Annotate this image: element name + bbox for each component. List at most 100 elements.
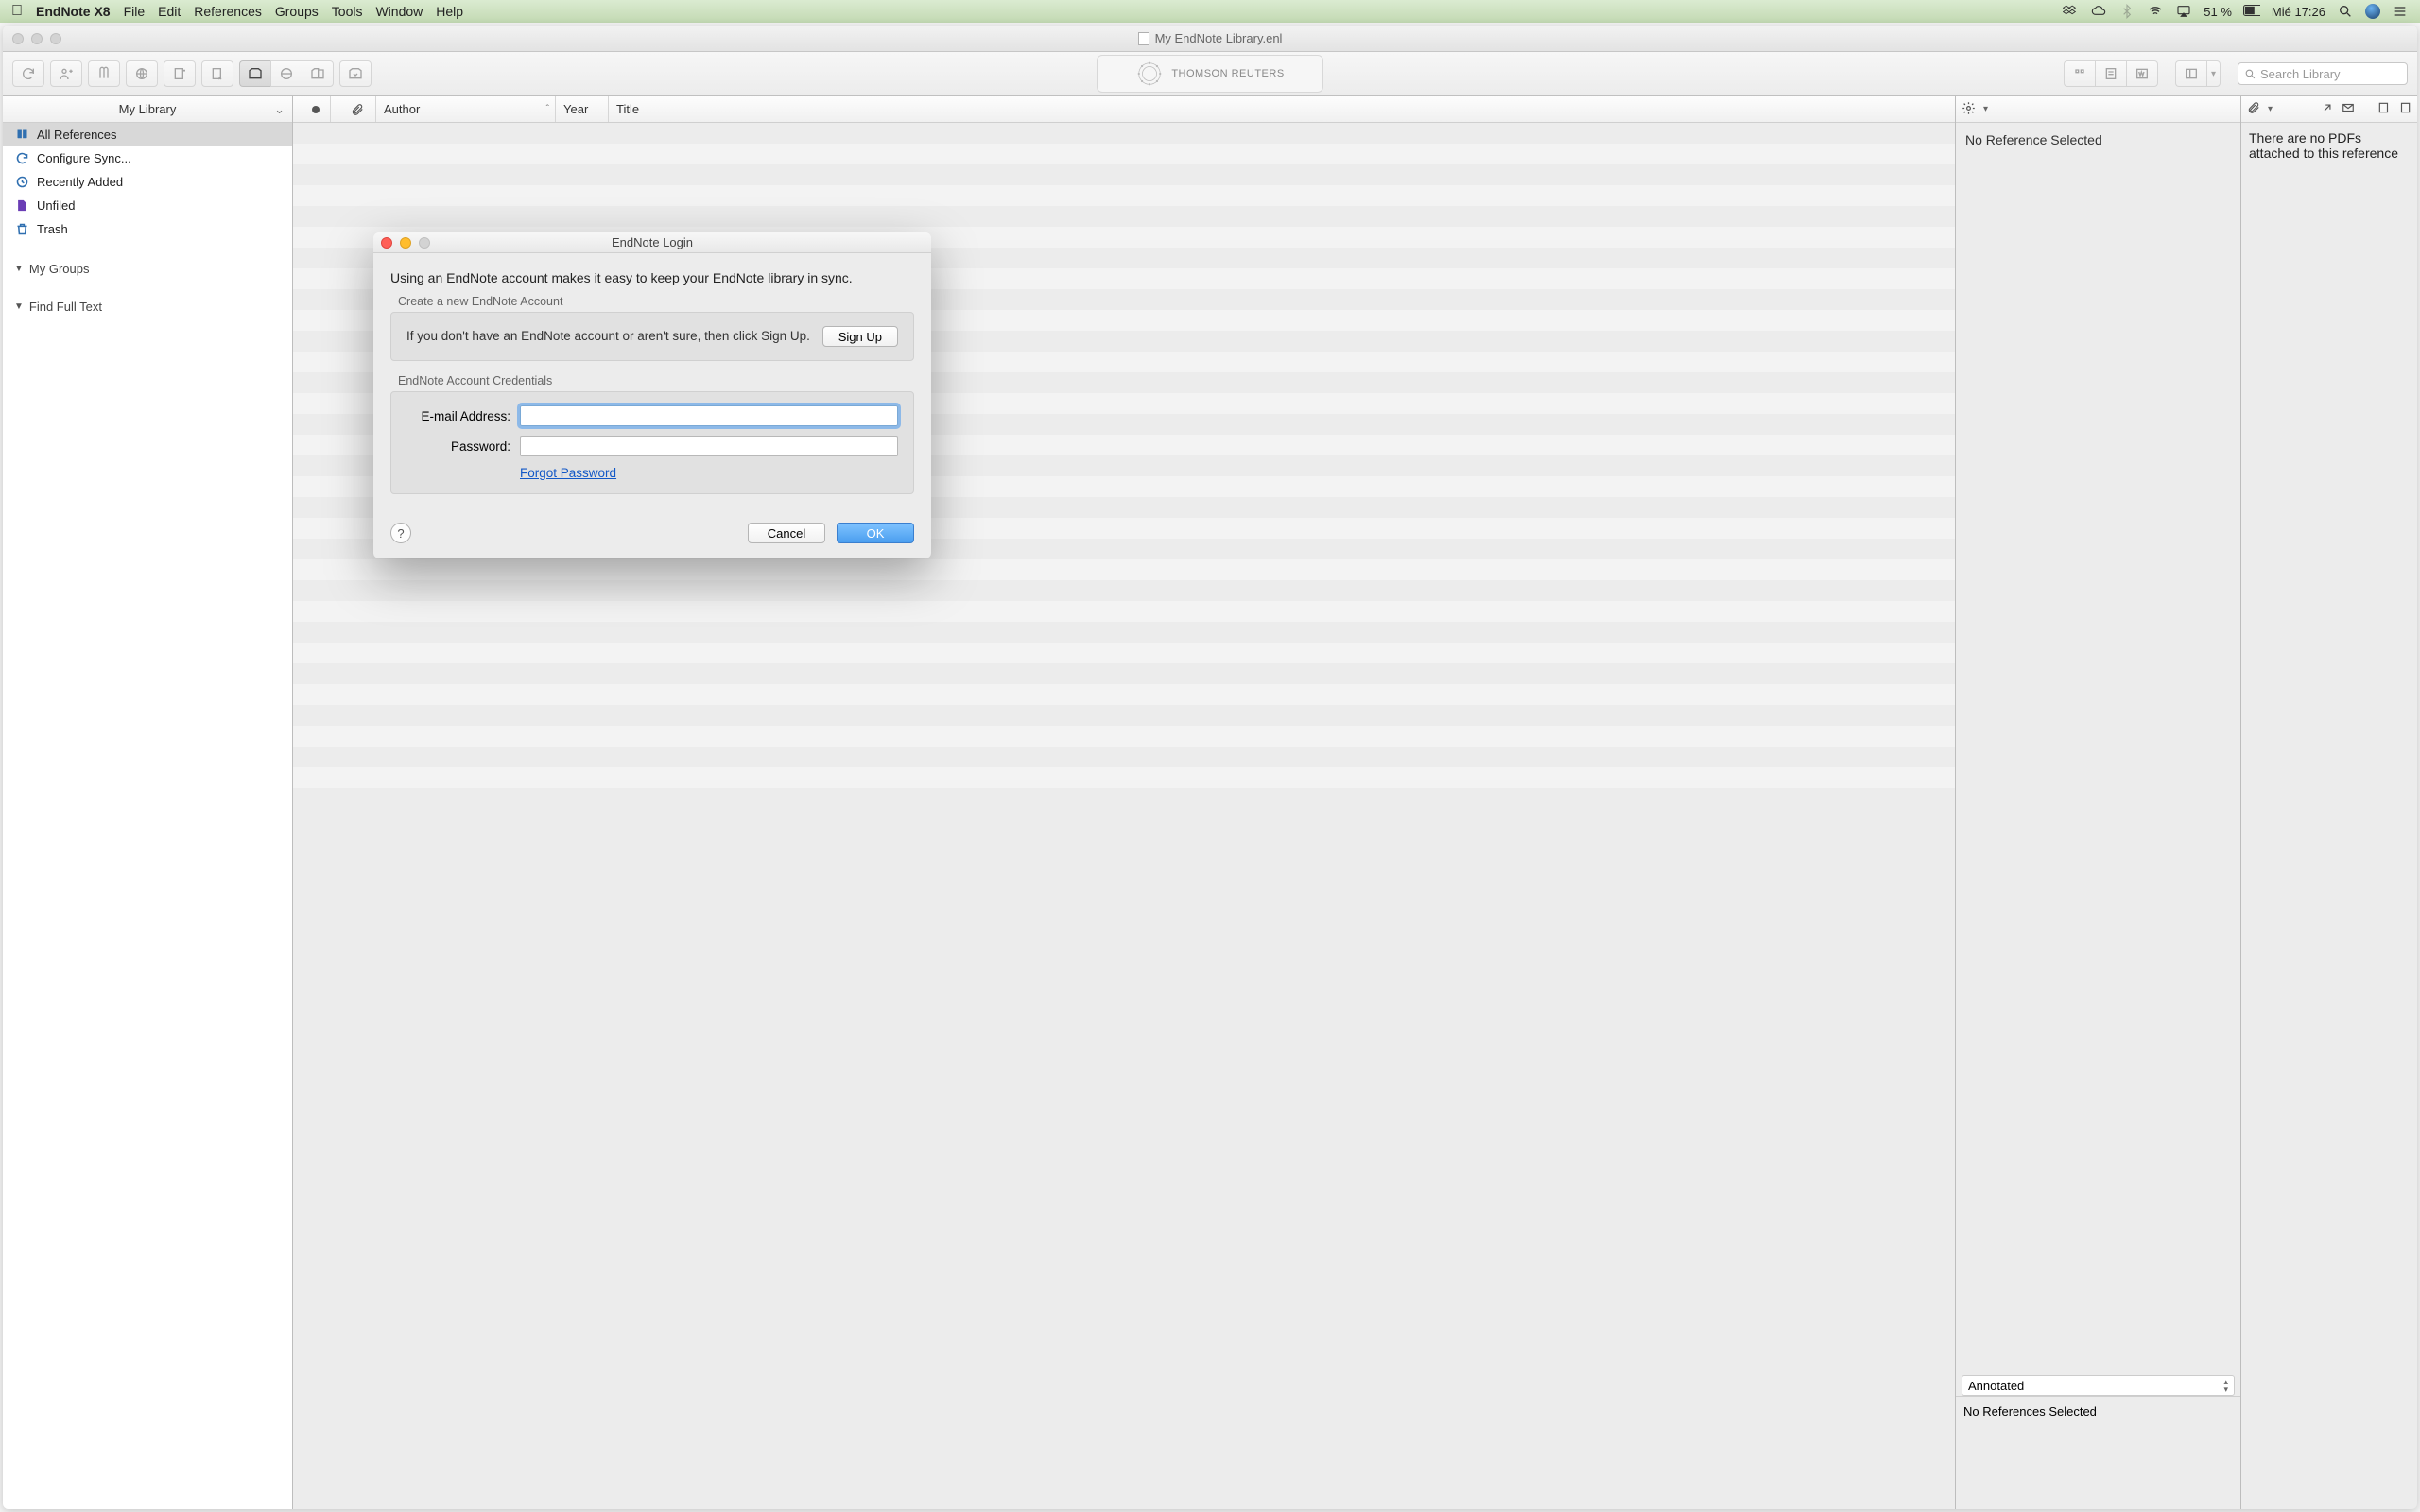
credentials-section-label: EndNote Account Credentials xyxy=(398,374,914,387)
import-button[interactable] xyxy=(339,60,372,87)
window-close-button[interactable] xyxy=(12,33,24,44)
endnote-window: My EndNote Library.enl THOMSON REUTERS xyxy=(3,26,2417,1509)
menu-references[interactable]: References xyxy=(194,4,262,19)
format-button[interactable] xyxy=(2095,60,2126,87)
ok-button[interactable]: OK xyxy=(837,523,914,543)
integrated-library-tab[interactable] xyxy=(302,60,334,87)
window-minimize-button[interactable] xyxy=(31,33,43,44)
dialog-minimize-button[interactable] xyxy=(400,237,411,249)
search-placeholder: Search Library xyxy=(2260,67,2341,81)
help-tool-button[interactable] xyxy=(88,60,120,87)
menubar-clock[interactable]: Mié 17:26 xyxy=(2272,5,2325,19)
window-titlebar: My EndNote Library.enl xyxy=(3,26,2417,52)
menu-window[interactable]: Window xyxy=(375,4,423,19)
brand-logo: THOMSON REUTERS xyxy=(1097,55,1323,93)
chevron-down-icon[interactable]: ▾ xyxy=(1983,104,1988,114)
online-search-button[interactable] xyxy=(126,60,158,87)
file-icon xyxy=(14,198,29,213)
sidebar-item-trash[interactable]: Trash xyxy=(3,217,292,241)
menu-groups[interactable]: Groups xyxy=(275,4,319,19)
menu-file[interactable]: File xyxy=(124,4,146,19)
help-button[interactable]: ? xyxy=(390,523,411,543)
menu-tools[interactable]: Tools xyxy=(332,4,363,19)
sidebar-item-unfiled[interactable]: Unfiled xyxy=(3,194,292,217)
window-zoom-button[interactable] xyxy=(50,33,61,44)
email-input[interactable] xyxy=(520,405,898,426)
credentials-well: E-mail Address: Password: Forgot Passwor… xyxy=(390,391,914,494)
sidebar-header-dropdown[interactable]: My Library ⌄ xyxy=(3,96,292,123)
updown-icon: ▴▾ xyxy=(2223,1378,2228,1393)
menu-help[interactable]: Help xyxy=(436,4,463,19)
disclosure-triangle-icon: ▼ xyxy=(14,264,24,274)
battery-icon[interactable] xyxy=(2243,3,2260,20)
sidebar-item-recently-added[interactable]: Recently Added xyxy=(3,170,292,194)
bluetooth-icon[interactable] xyxy=(2118,3,2135,20)
share-button[interactable] xyxy=(50,60,82,87)
column-attachment[interactable] xyxy=(331,96,376,122)
book-icon xyxy=(14,128,29,142)
open-pdf-icon[interactable] xyxy=(2321,101,2334,117)
export-button[interactable] xyxy=(201,60,233,87)
sidebar-group-my-groups[interactable]: ▼ My Groups xyxy=(3,254,292,283)
macos-menubar:  EndNote X8 File Edit References Groups… xyxy=(0,0,2420,23)
trash-icon xyxy=(14,222,29,236)
online-library-tab[interactable] xyxy=(270,60,302,87)
sync-button[interactable] xyxy=(12,60,44,87)
button-label: Cancel xyxy=(768,526,805,541)
column-author[interactable]: Authorˆ xyxy=(376,96,556,122)
document-title: My EndNote Library.enl xyxy=(1155,31,1283,45)
button-label: OK xyxy=(867,526,885,541)
apple-menu-icon[interactable]:  xyxy=(11,3,23,20)
battery-percent: 51 % xyxy=(2204,5,2232,19)
spotlight-icon[interactable] xyxy=(2337,3,2354,20)
sidebar-group-find-full-text[interactable]: ▼ Find Full Text xyxy=(3,292,292,320)
search-library-input[interactable]: Search Library xyxy=(2238,62,2408,85)
dialog-footer: ? Cancel OK xyxy=(373,511,931,558)
chevron-down-icon: ⌄ xyxy=(274,102,285,117)
dropbox-icon[interactable] xyxy=(2062,3,2079,20)
sidebar-item-label: Configure Sync... xyxy=(37,151,131,165)
chevron-down-icon[interactable]: ▾ xyxy=(2268,104,2273,114)
dialog-close-button[interactable] xyxy=(381,237,392,249)
sign-up-button[interactable]: Sign Up xyxy=(822,326,898,347)
menu-edit[interactable]: Edit xyxy=(158,4,181,19)
sidebar-item-all-references[interactable]: All References xyxy=(3,123,292,146)
column-title[interactable]: Title xyxy=(609,96,1955,122)
reference-list-columns: Authorˆ Year Title xyxy=(293,96,1955,123)
cancel-button[interactable]: Cancel xyxy=(748,523,825,543)
preview-panel: No References Selected xyxy=(1956,1396,2240,1509)
dialog-zoom-button xyxy=(419,237,430,249)
user-avatar-icon[interactable] xyxy=(2365,4,2380,19)
app-name[interactable]: EndNote X8 xyxy=(36,4,111,19)
new-ref-button[interactable] xyxy=(164,60,196,87)
airplay-icon[interactable] xyxy=(2175,3,2192,20)
next-pdf-icon[interactable] xyxy=(2398,101,2411,117)
word-button[interactable] xyxy=(2126,60,2158,87)
column-year[interactable]: Year xyxy=(556,96,609,122)
wifi-icon[interactable] xyxy=(2147,3,2164,20)
notification-center-icon[interactable] xyxy=(2392,3,2409,20)
layout-button[interactable] xyxy=(2175,60,2206,87)
forgot-password-link[interactable]: Forgot Password xyxy=(520,466,898,480)
creative-cloud-icon[interactable] xyxy=(2090,3,2107,20)
email-pdf-icon[interactable] xyxy=(2342,101,2355,117)
layout-dropdown[interactable]: ▾ xyxy=(2206,60,2221,87)
local-library-tab[interactable] xyxy=(239,60,270,87)
paperclip-icon[interactable] xyxy=(2247,101,2260,117)
sidebar: My Library ⌄ All References Configure Sy… xyxy=(3,96,293,1509)
password-input[interactable] xyxy=(520,436,898,456)
button-label: Sign Up xyxy=(838,330,882,344)
brand-text: THOMSON REUTERS xyxy=(1171,68,1284,79)
no-pdf-text: There are no PDFs attached to this refer… xyxy=(2249,130,2398,161)
dialog-titlebar: EndNote Login xyxy=(373,232,931,253)
sidebar-item-label: Recently Added xyxy=(37,175,123,189)
pdf-toolbar: ▾ xyxy=(2241,96,2417,123)
style-select[interactable]: Annotated ▴▾ xyxy=(1962,1375,2235,1396)
document-icon xyxy=(1138,32,1150,45)
insert-citation-button[interactable] xyxy=(2064,60,2095,87)
reference-detail-toolbar: ▾ xyxy=(1956,96,2240,123)
prev-pdf-icon[interactable] xyxy=(2377,101,2391,117)
sidebar-item-configure-sync[interactable]: Configure Sync... xyxy=(3,146,292,170)
column-read-status[interactable] xyxy=(293,96,331,122)
settings-icon[interactable] xyxy=(1962,101,1976,118)
